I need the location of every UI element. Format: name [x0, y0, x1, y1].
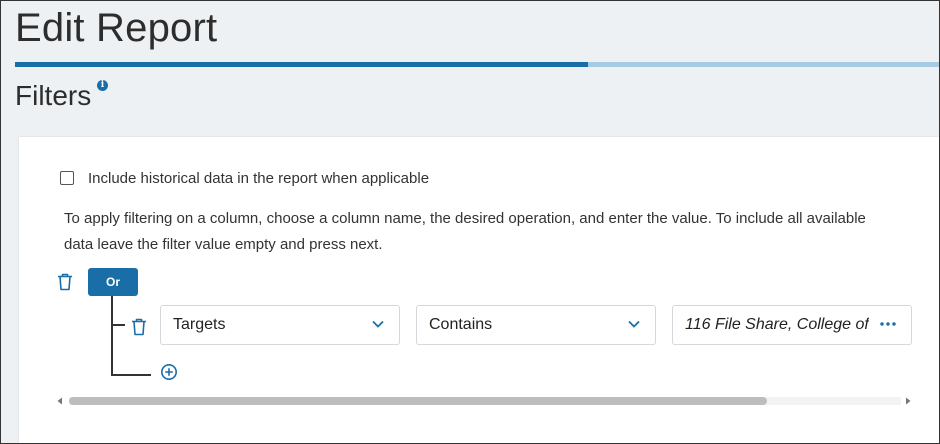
tree-connector-branch	[111, 324, 125, 326]
filter-value-field[interactable]: 116 File Share, College of L	[672, 305, 912, 345]
column-select[interactable]: Targets	[160, 305, 400, 345]
delete-group-trash-icon[interactable]	[57, 273, 73, 291]
filters-card: Include historical data in the report wh…	[19, 137, 939, 443]
more-options-icon[interactable]	[879, 319, 897, 329]
historical-data-option[interactable]: Include historical data in the report wh…	[60, 167, 429, 189]
section-title: Filters	[15, 80, 92, 111]
historical-data-label: Include historical data in the report wh…	[88, 169, 430, 187]
operation-select-value: Contains	[429, 316, 493, 333]
column-select-value: Targets	[173, 316, 226, 333]
scroll-right-arrow-icon[interactable]	[903, 396, 913, 406]
scroll-left-arrow-icon[interactable]	[55, 396, 65, 406]
group-operator-button[interactable]: Or	[88, 268, 138, 296]
progress-bar	[15, 62, 939, 67]
page-title: Edit Report	[15, 6, 218, 50]
filter-value-text: 116 File Share, College of L	[685, 316, 869, 333]
add-filter-icon[interactable]	[160, 363, 178, 381]
progress-bar-fill	[15, 62, 588, 67]
chevron-down-icon	[372, 320, 384, 328]
info-icon[interactable]: i	[97, 80, 108, 91]
scrollbar-thumb[interactable]	[69, 397, 767, 405]
delete-filter-trash-icon[interactable]	[131, 318, 147, 336]
tree-connector	[111, 296, 113, 376]
historical-data-checkbox[interactable]	[60, 171, 74, 185]
tree-connector-branch	[111, 374, 151, 376]
filter-help-text: To apply filtering on a column, choose a…	[64, 210, 866, 253]
operation-select[interactable]: Contains	[416, 305, 656, 345]
chevron-down-icon	[628, 320, 640, 328]
edit-report-window: Edit Report Filters i Include historical…	[0, 0, 940, 444]
horizontal-scrollbar[interactable]	[55, 396, 913, 406]
